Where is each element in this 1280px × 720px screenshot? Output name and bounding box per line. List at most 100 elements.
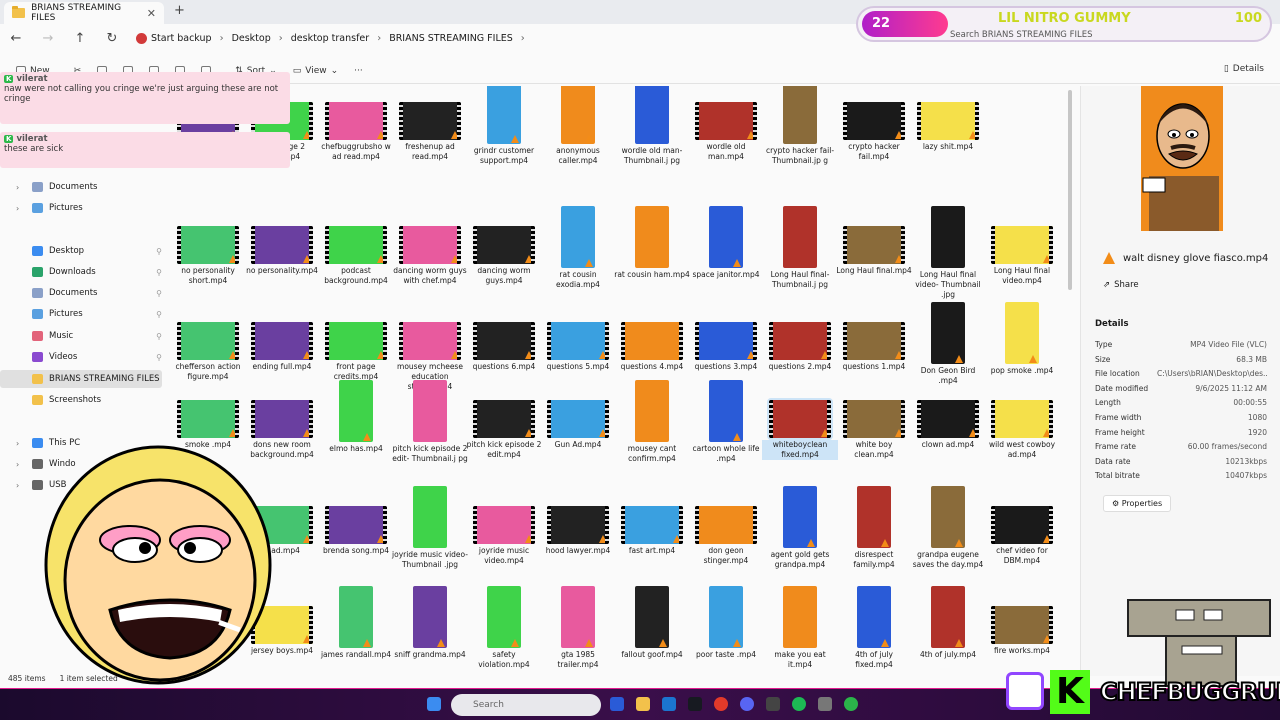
pin-icon[interactable]: ⚲: [156, 310, 162, 319]
file-item[interactable]: agent gold gets grandpa.mp4: [762, 486, 838, 570]
file-item[interactable]: pop smoke .mp4: [984, 302, 1060, 376]
file-item[interactable]: dancing worm guys.mp4: [466, 206, 542, 286]
file-item[interactable]: rat cousin exodia.mp4: [540, 206, 616, 290]
chrome-icon[interactable]: [714, 697, 728, 711]
file-item[interactable]: space janitor.mp4: [688, 206, 764, 280]
file-item[interactable]: pitch kick episode 2 edit- Thumbnail.j p…: [392, 380, 468, 464]
file-item[interactable]: no personality.mp4: [244, 206, 320, 276]
file-item[interactable]: no personality short.mp4: [170, 206, 246, 286]
file-item[interactable]: joyride music video.mp4: [466, 486, 542, 566]
file-item[interactable]: Long Haul final- Thumbnail.j pg: [762, 206, 838, 290]
file-item[interactable]: questions 4.mp4: [614, 302, 690, 372]
file-item[interactable]: sniff grandma.mp4: [392, 586, 468, 660]
file-item[interactable]: grindr customer support.mp4: [466, 86, 542, 166]
up-button[interactable]: ↑: [64, 31, 96, 46]
properties-button[interactable]: ⚙ Properties: [1103, 495, 1172, 512]
file-item[interactable]: joyride music video- Thumbnail .jpg: [392, 486, 468, 570]
file-item[interactable]: white boy clean.mp4: [836, 380, 912, 460]
pin-icon[interactable]: ⚲: [156, 268, 162, 277]
spotify-icon[interactable]: [792, 697, 806, 711]
file-item[interactable]: whiteboyclean fixed.mp4: [762, 380, 838, 460]
file-item[interactable]: crypto hacker fail.mp4: [836, 86, 912, 162]
back-button[interactable]: ←: [0, 31, 32, 46]
file-item[interactable]: Long Haul final.mp4: [836, 206, 912, 276]
start-backup-button[interactable]: Start backup: [136, 32, 212, 44]
file-item[interactable]: poor taste .mp4: [688, 586, 764, 660]
file-item[interactable]: james randall.mp4: [318, 586, 394, 660]
file-explorer-icon[interactable]: [636, 697, 650, 711]
chevron-right-icon[interactable]: ›: [16, 204, 26, 213]
pin-icon[interactable]: ⚲: [156, 353, 162, 362]
steam-icon[interactable]: [688, 697, 702, 711]
file-item[interactable]: disrespect family.mp4: [836, 486, 912, 570]
file-item[interactable]: hood lawyer.mp4: [540, 486, 616, 556]
pin-icon[interactable]: ⚲: [156, 289, 162, 298]
sidebar-item-desktop[interactable]: Desktop ⚲: [0, 242, 162, 260]
refresh-button[interactable]: ↻: [96, 31, 128, 46]
file-item[interactable]: freshenup ad read.mp4: [392, 86, 468, 162]
share-button[interactable]: ⇗ Share: [1103, 280, 1139, 290]
chevron-right-icon[interactable]: ›: [16, 183, 26, 192]
breadcrumb-desktop-transfer[interactable]: desktop transfer: [291, 33, 369, 44]
file-item[interactable]: clown ad.mp4: [910, 380, 986, 450]
file-item[interactable]: brenda song.mp4: [318, 486, 394, 556]
app-icon[interactable]: [818, 697, 832, 711]
discord-icon[interactable]: [740, 697, 754, 711]
sidebar-item-videos[interactable]: Videos ⚲: [0, 348, 162, 366]
file-item[interactable]: questions 6.mp4: [466, 302, 542, 372]
chevron-right-icon[interactable]: ›: [16, 481, 26, 490]
file-item[interactable]: 4th of july fixed.mp4: [836, 586, 912, 670]
app-icon[interactable]: [844, 697, 858, 711]
file-item[interactable]: mousey mcheese education stinger.mp4: [392, 302, 468, 392]
breadcrumb-brians-streaming-files[interactable]: BRIANS STREAMING FILES: [389, 33, 513, 44]
pin-icon[interactable]: ⚲: [156, 247, 162, 256]
sidebar-item-documents[interactable]: Documents ⚲: [0, 284, 162, 302]
file-item[interactable]: anonymous caller.mp4: [540, 86, 616, 166]
file-item[interactable]: questions 3.mp4: [688, 302, 764, 372]
breadcrumb-desktop[interactable]: Desktop: [232, 33, 271, 44]
sidebar-item-brians-streaming-files[interactable]: BRIANS STREAMING FILES: [0, 370, 162, 388]
app-icon[interactable]: [662, 697, 676, 711]
file-item[interactable]: questions 2.mp4: [762, 302, 838, 372]
sidebar-item-pictures[interactable]: › Pictures: [0, 199, 162, 217]
file-item[interactable]: front page credits.mp4: [318, 302, 394, 382]
file-item[interactable]: mousey cant confirm.mp4: [614, 380, 690, 464]
sidebar-item-downloads[interactable]: Downloads ⚲: [0, 263, 162, 281]
file-item[interactable]: questions 1.mp4: [836, 302, 912, 372]
pin-icon[interactable]: ⚲: [156, 332, 162, 341]
file-item[interactable]: Long Haul final video- Thumbnail .jpg: [910, 206, 986, 300]
file-item[interactable]: gta 1985 trailer.mp4: [540, 586, 616, 670]
file-item[interactable]: Gun Ad.mp4: [540, 380, 616, 450]
vertical-scrollbar[interactable]: [1068, 90, 1072, 290]
start-icon[interactable]: [427, 697, 441, 711]
details-button[interactable]: ▯ Details: [1224, 64, 1264, 74]
file-item[interactable]: podcast background.mp4: [318, 206, 394, 286]
file-item[interactable]: questions 5.mp4: [540, 302, 616, 372]
file-item[interactable]: chefferson action figure.mp4: [170, 302, 246, 382]
close-tab-icon[interactable]: ✕: [147, 7, 156, 20]
file-item[interactable]: chef video for DBM.mp4: [984, 486, 1060, 566]
sidebar-item-pictures[interactable]: Pictures ⚲: [0, 305, 162, 323]
file-item[interactable]: grandpa eugene saves the day.mp4: [910, 486, 986, 570]
file-item[interactable]: wild west cowboy ad.mp4: [984, 380, 1060, 460]
file-item[interactable]: don geon stinger.mp4: [688, 486, 764, 566]
file-item[interactable]: wordle old man- Thumbnail.j pg: [614, 86, 690, 166]
app-icon[interactable]: [766, 697, 780, 711]
view-button[interactable]: ▭ View ⌄: [293, 66, 338, 76]
file-item[interactable]: fast art.mp4: [614, 486, 690, 556]
file-item[interactable]: ending full.mp4: [244, 302, 320, 372]
file-item[interactable]: cartoon whole life .mp4: [688, 380, 764, 464]
new-tab-button[interactable]: +: [174, 3, 185, 18]
file-item[interactable]: pitch kick episode 2 edit.mp4: [466, 380, 542, 460]
file-item[interactable]: Don Geon Bird .mp4: [910, 302, 986, 386]
file-item[interactable]: dancing worm guys with chef.mp4: [392, 206, 468, 286]
sidebar-item-music[interactable]: Music ⚲: [0, 327, 162, 345]
app-icon[interactable]: [610, 697, 624, 711]
more-button[interactable]: ···: [354, 66, 363, 76]
file-item[interactable]: Long Haul final video.mp4: [984, 206, 1060, 286]
file-item[interactable]: elmo has.mp4: [318, 380, 394, 454]
taskbar-search[interactable]: Search: [451, 694, 601, 716]
file-item[interactable]: chefbuggrubsho w ad read.mp4: [318, 86, 394, 162]
chevron-right-icon[interactable]: ›: [521, 33, 525, 44]
file-item[interactable]: crypto hacker fail- Thumbnail.jp g: [762, 86, 838, 166]
